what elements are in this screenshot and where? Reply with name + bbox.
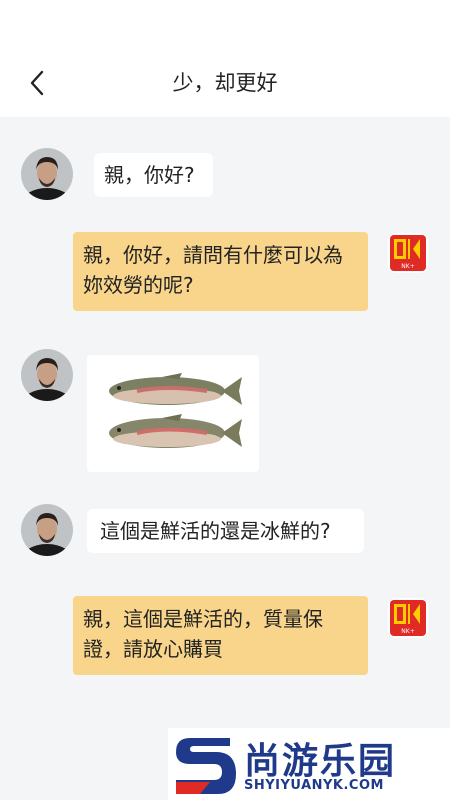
message-bubble-shop: 親，這個是鮮活的，質量保證，請放心購買 (73, 596, 368, 675)
customer-avatar[interactable] (21, 504, 73, 556)
watermark-name: 尚游乐园 (244, 741, 397, 782)
customer-avatar[interactable] (21, 349, 73, 401)
shop-logo-avatar[interactable]: NK+ (388, 233, 428, 273)
watermark-logo: 尚游乐园 SHYIYUANYK.COM (168, 728, 450, 800)
message-image[interactable] (87, 355, 259, 472)
s-logo-icon (176, 738, 236, 794)
svg-text:NK+: NK+ (401, 628, 414, 635)
page-title: 少，却更好 (172, 71, 278, 95)
header-bar: 少，却更好 (0, 0, 450, 117)
shop-logo-avatar[interactable]: NK+ (388, 598, 428, 638)
message-bubble-customer: 這個是鮮活的還是冰鮮的? (87, 509, 364, 553)
message-bubble-customer: 親，你好? (94, 153, 213, 197)
customer-avatar[interactable] (21, 148, 73, 200)
svg-text:NK+: NK+ (401, 263, 414, 270)
watermark-url: SHYIYUANYK.COM (244, 778, 384, 793)
message-bubble-shop: 親，你好，請問有什麼可以為妳效勞的呢? (73, 232, 368, 311)
